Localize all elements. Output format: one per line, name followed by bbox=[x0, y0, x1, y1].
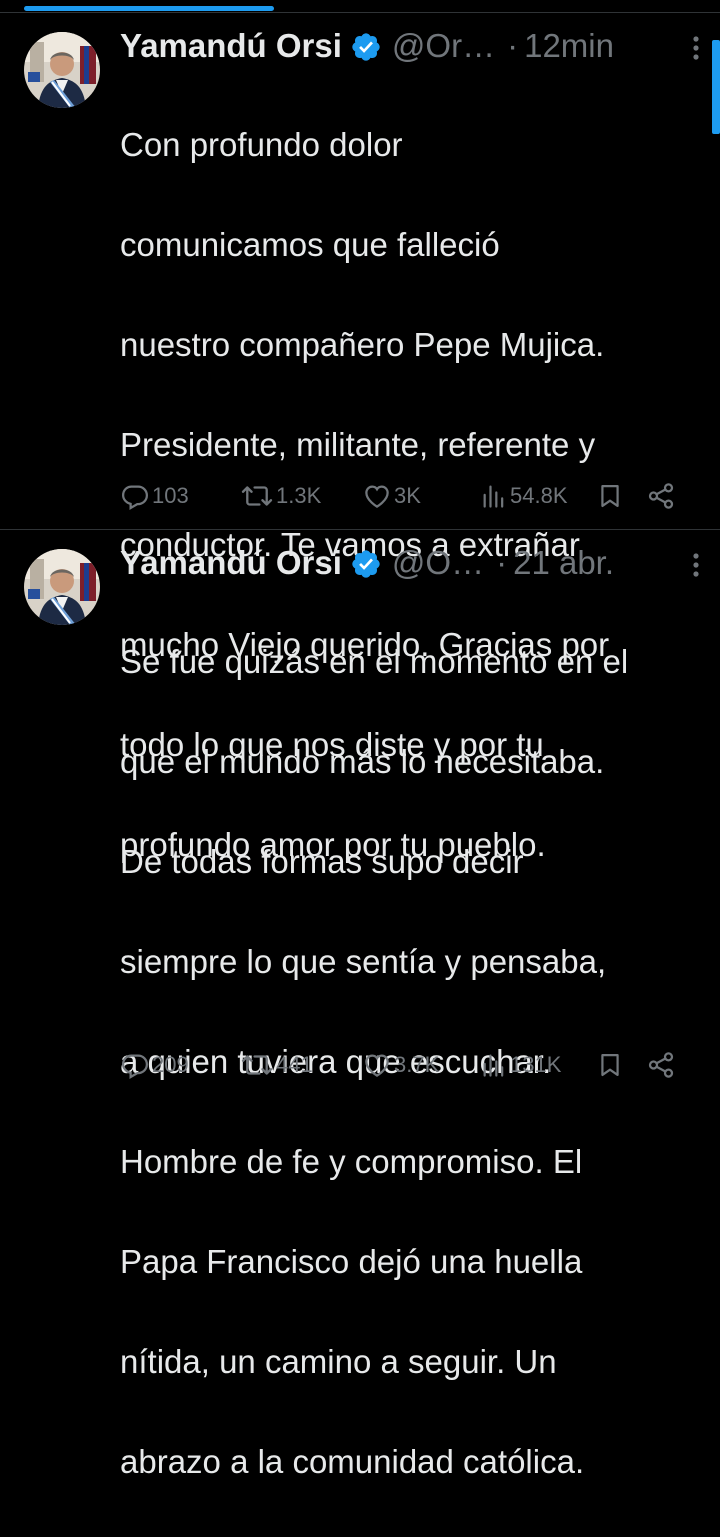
avatar[interactable] bbox=[24, 549, 100, 625]
reply-button[interactable]: 103 bbox=[120, 476, 240, 516]
like-button[interactable]: 3K bbox=[362, 476, 480, 516]
views-button[interactable]: 54.8K bbox=[480, 476, 596, 516]
more-vertical-icon[interactable] bbox=[684, 34, 708, 62]
progress-indicator bbox=[24, 6, 274, 11]
tweet-actions: 103 1.3K 3K 54.8K bbox=[120, 476, 696, 516]
reply-icon bbox=[121, 485, 149, 510]
bookmark-icon bbox=[601, 484, 619, 508]
share-icon bbox=[648, 1052, 674, 1078]
tweet-header: Yamandú Orsi @Or… · 12min bbox=[120, 24, 696, 68]
tweet-text-line: comunicamos que falleció bbox=[120, 226, 500, 263]
tweet-text-line: siempre lo que sentía y pensaba, bbox=[120, 943, 607, 980]
share-button[interactable] bbox=[646, 476, 686, 516]
repost-icon bbox=[241, 486, 273, 506]
separator-dot: · bbox=[496, 544, 508, 581]
like-count: 3K bbox=[394, 483, 421, 508]
author-handle[interactable]: @O… bbox=[392, 541, 484, 585]
timestamp[interactable]: 12min bbox=[524, 24, 614, 68]
verified-badge-icon bbox=[350, 547, 382, 579]
heart-icon bbox=[365, 1054, 389, 1077]
like-count: 3.7K bbox=[394, 1052, 440, 1077]
share-button[interactable] bbox=[646, 1045, 686, 1085]
repost-icon bbox=[241, 1055, 273, 1075]
tweet-text-line: Papa Francisco dejó una huella bbox=[120, 1243, 583, 1280]
verified-badge-icon bbox=[350, 30, 382, 62]
tweet-text-line: Presidente, militante, referente y bbox=[120, 426, 596, 463]
bookmark-icon bbox=[601, 1053, 619, 1077]
more-vertical-icon[interactable] bbox=[684, 551, 708, 579]
views-button[interactable]: 131K bbox=[480, 1045, 596, 1085]
author-handle[interactable]: @Or… bbox=[392, 24, 495, 68]
divider bbox=[0, 12, 720, 13]
repost-count: 441 bbox=[276, 1052, 313, 1077]
like-button[interactable]: 3.7K bbox=[362, 1045, 480, 1085]
repost-button[interactable]: 1.3K bbox=[240, 476, 362, 516]
bookmark-button[interactable] bbox=[596, 476, 646, 516]
heart-icon bbox=[365, 485, 389, 508]
views-count: 54.8K bbox=[510, 483, 568, 508]
tweet[interactable]: Yamandú Orsi @Or… · 12min Con profundo d… bbox=[0, 14, 720, 863]
author-name[interactable]: Yamandú Orsi bbox=[120, 24, 342, 68]
reply-button[interactable]: 209 bbox=[120, 1045, 240, 1085]
reply-icon bbox=[121, 1054, 149, 1079]
avatar[interactable] bbox=[24, 32, 100, 108]
tweet-text-line: Hombre de fe y compromiso. El bbox=[120, 1143, 583, 1180]
tweet-text-line: nítida, un camino a seguir. Un bbox=[120, 1343, 557, 1380]
tweet-actions: 209 441 3.7K 131K bbox=[120, 1045, 696, 1085]
repost-count: 1.3K bbox=[276, 483, 322, 508]
repost-button[interactable]: 441 bbox=[240, 1045, 362, 1085]
views-count: 131K bbox=[510, 1052, 562, 1077]
tweet-header: Yamandú Orsi @O… · 21 abr. bbox=[120, 541, 696, 585]
share-icon bbox=[648, 483, 674, 509]
tweet-text-line: Con profundo dolor bbox=[120, 126, 403, 163]
divider bbox=[0, 529, 720, 530]
views-bar-icon bbox=[483, 485, 504, 508]
reply-count: 209 bbox=[152, 1052, 189, 1077]
separator-dot: · bbox=[507, 27, 519, 64]
author-name[interactable]: Yamandú Orsi bbox=[120, 541, 342, 585]
tweet[interactable]: Yamandú Orsi @O… · 21 abr. Se fue quizás… bbox=[0, 531, 720, 1480]
views-bar-icon bbox=[483, 1054, 504, 1077]
bookmark-button[interactable] bbox=[596, 1045, 646, 1085]
reply-count: 103 bbox=[152, 483, 189, 508]
timestamp[interactable]: 21 abr. bbox=[513, 541, 614, 585]
tweet-text-line: De todas formas supo decir bbox=[120, 843, 524, 880]
tweet-text-line: nuestro compañero Pepe Mujica. bbox=[120, 326, 605, 363]
tweet-text-line: que el mundo más lo necesitaba. bbox=[120, 743, 605, 780]
tweet-text-line: Se fue quizás en el momento en el bbox=[120, 643, 629, 680]
tweet-text-line: abrazo a la comunidad católica. bbox=[120, 1443, 585, 1480]
